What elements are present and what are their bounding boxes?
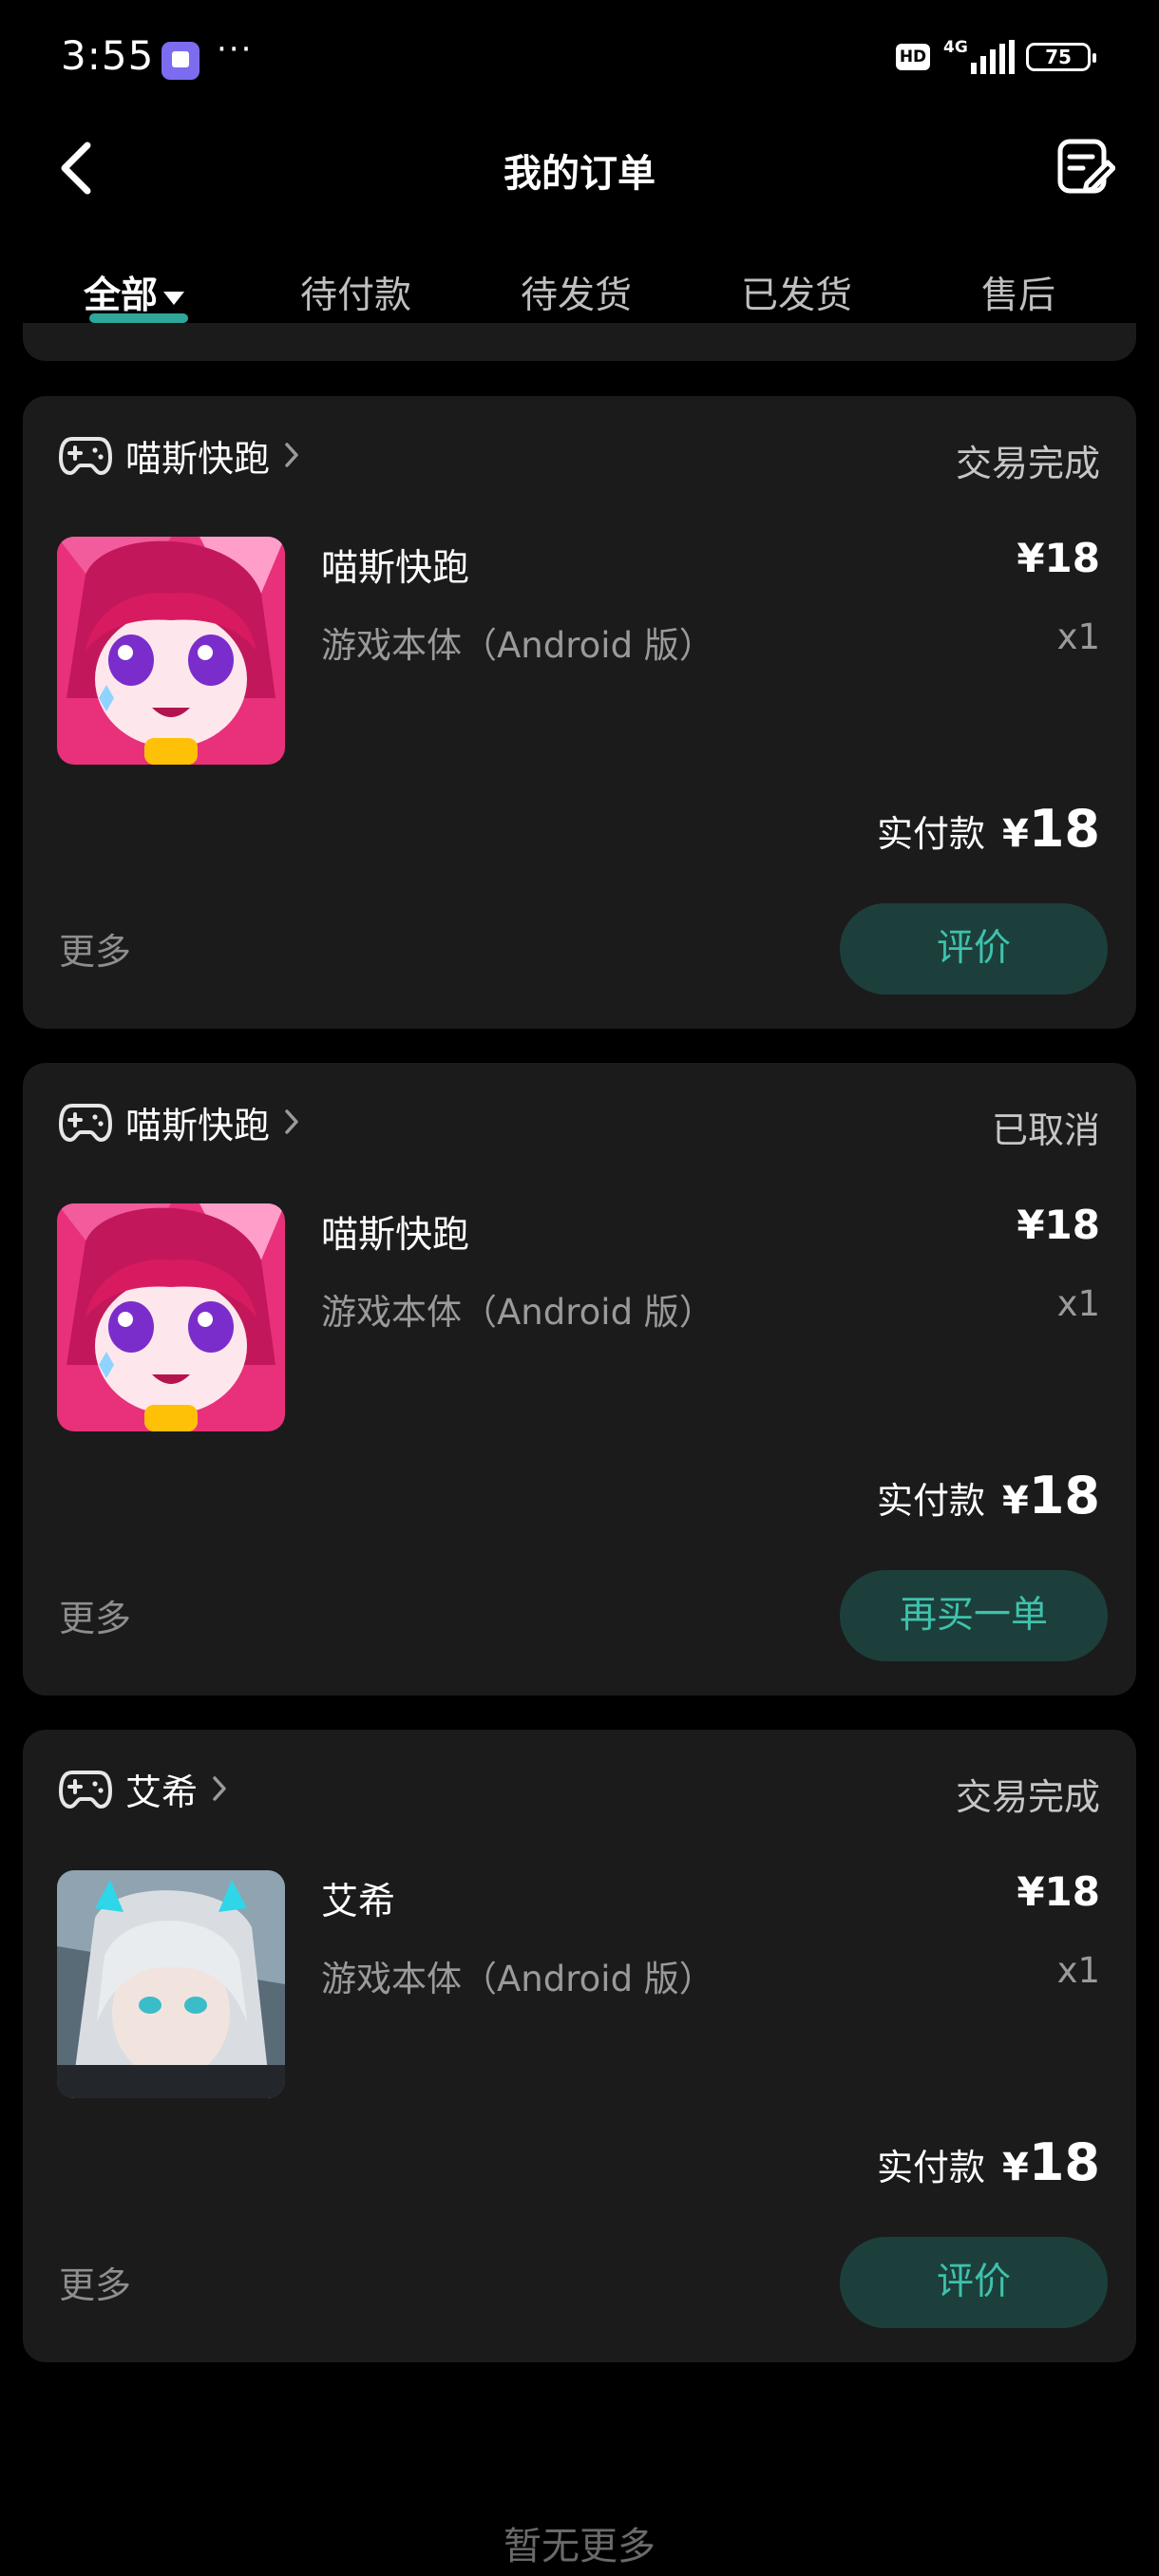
paid-label: 实付款 bbox=[876, 2147, 985, 2188]
network-type: 4G bbox=[943, 38, 968, 57]
order-status: 交易完成 bbox=[955, 1776, 1100, 1818]
product-variant: 游戏本体（Android 版） bbox=[321, 1959, 714, 1999]
product-price: ¥18 bbox=[1016, 1868, 1100, 1915]
page-title: 我的订单 bbox=[504, 152, 656, 196]
order-card: 艾希 交易完成 艾希 游戏本体（Android 版） ¥18 x1 实付款 ¥ … bbox=[23, 1730, 1136, 2362]
order-status: 已取消 bbox=[991, 1109, 1100, 1151]
review-button[interactable]: 评价 bbox=[840, 903, 1108, 994]
order-card-partial bbox=[23, 323, 1136, 361]
product-variant: 游戏本体（Android 版） bbox=[321, 625, 714, 666]
review-button[interactable]: 评价 bbox=[840, 2237, 1108, 2328]
paid-currency: ¥ bbox=[1002, 2146, 1029, 2189]
shop-link[interactable]: 喵斯快跑 bbox=[59, 1099, 300, 1146]
signal-icon bbox=[971, 40, 1015, 74]
paid-amount: 实付款 ¥ 18 bbox=[877, 799, 1100, 859]
tab-pending-payment[interactable]: 待付款 bbox=[300, 266, 411, 319]
chevron-right-icon bbox=[285, 443, 298, 467]
product-image[interactable] bbox=[57, 537, 285, 765]
paid-currency: ¥ bbox=[1002, 1479, 1029, 1523]
more-button[interactable]: 更多 bbox=[59, 1589, 131, 1641]
order-status: 交易完成 bbox=[955, 443, 1100, 484]
product-quantity: x1 bbox=[1056, 616, 1100, 657]
shop-name: 喵斯快跑 bbox=[125, 1104, 271, 1146]
order-card: 喵斯快跑 已取消 喵斯快跑 游戏本体（Android 版） ¥18 x1 实付款… bbox=[23, 1063, 1136, 1695]
paid-currency: ¥ bbox=[1002, 812, 1029, 856]
dropdown-arrow-icon bbox=[163, 291, 185, 305]
gamepad-icon bbox=[59, 437, 112, 475]
product-image[interactable] bbox=[57, 1203, 285, 1431]
more-button[interactable]: 更多 bbox=[59, 922, 131, 975]
shop-link[interactable]: 艾希 bbox=[59, 1766, 228, 1813]
product-name: 喵斯快跑 bbox=[321, 547, 470, 590]
gamepad-icon bbox=[59, 1771, 112, 1809]
tab-shipped[interactable]: 已发货 bbox=[741, 266, 852, 319]
shop-link[interactable]: 喵斯快跑 bbox=[59, 432, 300, 480]
product-price: ¥18 bbox=[1016, 1202, 1100, 1248]
edit-order-icon[interactable] bbox=[1054, 136, 1115, 197]
gamepad-icon bbox=[59, 1104, 112, 1142]
product-quantity: x1 bbox=[1056, 1950, 1100, 1991]
chevron-right-icon bbox=[213, 1776, 226, 1801]
shop-name: 喵斯快跑 bbox=[125, 437, 271, 480]
hd-voice-icon: HD bbox=[896, 44, 930, 70]
status-time: 3:55 bbox=[61, 32, 155, 79]
buy-again-button[interactable]: 再买一单 bbox=[840, 1570, 1108, 1661]
product-quantity: x1 bbox=[1056, 1283, 1100, 1324]
status-bar: 3:55 ··· HD 4G 75 bbox=[0, 0, 1159, 114]
tab-after-sales[interactable]: 售后 bbox=[981, 266, 1055, 319]
order-card: 喵斯快跑 交易完成 喵斯快跑 游戏本体（Android 版） ¥18 x1 实付… bbox=[23, 396, 1136, 1029]
more-notifications-icon: ··· bbox=[217, 30, 254, 68]
product-variant: 游戏本体（Android 版） bbox=[321, 1292, 714, 1333]
paid-label: 实付款 bbox=[876, 813, 985, 855]
paid-amount: 实付款 ¥ 18 bbox=[877, 1466, 1100, 1525]
tab-pending-shipment[interactable]: 待发货 bbox=[521, 266, 632, 319]
product-image[interactable] bbox=[57, 1870, 285, 2098]
chevron-right-icon bbox=[285, 1109, 298, 1134]
paid-amount: 实付款 ¥ 18 bbox=[877, 2132, 1100, 2192]
battery-icon: 75 bbox=[1026, 43, 1096, 71]
paid-label: 实付款 bbox=[876, 1480, 985, 1522]
tab-all[interactable]: 全部 bbox=[84, 266, 185, 319]
product-price: ¥18 bbox=[1016, 535, 1100, 581]
paid-value: 18 bbox=[1028, 799, 1100, 859]
product-name: 艾希 bbox=[321, 1881, 396, 1923]
no-more-text: 暂无更多 bbox=[504, 2525, 656, 2568]
paid-value: 18 bbox=[1028, 1466, 1100, 1525]
app-notification-icon bbox=[162, 42, 200, 80]
product-name: 喵斯快跑 bbox=[321, 1214, 470, 1257]
paid-value: 18 bbox=[1028, 2132, 1100, 2192]
more-button[interactable]: 更多 bbox=[59, 2256, 131, 2308]
shop-name: 艾希 bbox=[125, 1771, 199, 1813]
tab-indicator bbox=[89, 313, 188, 323]
